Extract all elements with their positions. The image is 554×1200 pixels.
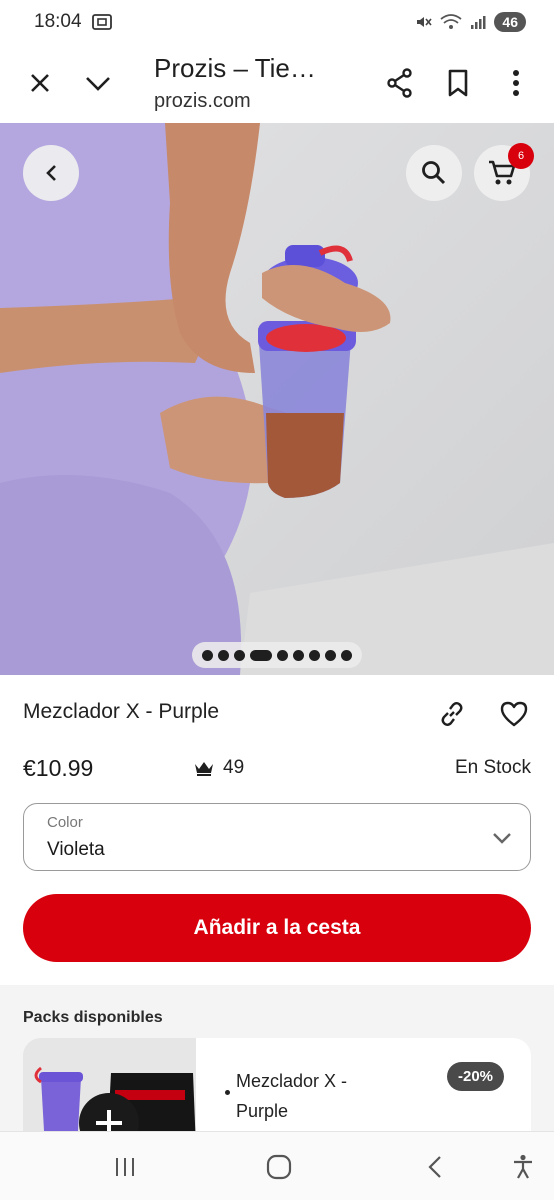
close-icon: [31, 74, 49, 92]
pack-item-name: Mezclador X - Purple: [236, 1071, 348, 1121]
heart-icon: [500, 701, 528, 727]
color-select-value: Violeta: [47, 839, 105, 860]
product-photo: [0, 123, 554, 675]
search-button[interactable]: [406, 145, 462, 201]
product-image-carousel[interactable]: [0, 123, 554, 675]
browser-toolbar: Prozis – Tie… prozis.com: [0, 44, 554, 122]
back-icon: [46, 165, 56, 181]
pack-bullet: [225, 1090, 230, 1095]
page-url: prozis.com: [154, 90, 251, 112]
crown-icon: [195, 762, 213, 776]
page-title: Prozis – Tie…: [154, 53, 316, 83]
carousel-dot[interactable]: [234, 649, 245, 661]
mute-icon: [417, 17, 433, 27]
carousel-dot[interactable]: [341, 649, 352, 661]
screen-cast-icon: [91, 14, 112, 30]
close-button[interactable]: [18, 61, 62, 105]
battery-indicator: 46: [494, 12, 526, 32]
carousel-dot[interactable]: [250, 649, 272, 661]
search-icon: [422, 161, 446, 185]
back-arrow-icon: [428, 1156, 441, 1178]
stock-status: En Stock: [454, 757, 531, 778]
back-button[interactable]: [23, 145, 79, 201]
share-icon: [387, 68, 412, 98]
favorite-button[interactable]: [496, 696, 532, 732]
add-to-cart-button[interactable]: Añadir a la cesta: [23, 894, 531, 962]
status-bar: 18:04 46: [0, 0, 554, 44]
loyalty-points: 49: [193, 757, 244, 779]
more-options-button[interactable]: [494, 61, 538, 105]
bookmark-icon: [448, 69, 468, 97]
copy-link-button[interactable]: [434, 696, 470, 732]
page-title-block: Prozis – Tie… prozis.com: [154, 53, 344, 113]
system-navigation-bar: [0, 1131, 554, 1200]
carousel-dot[interactable]: [202, 649, 213, 661]
pack-discount-badge: -20%: [447, 1062, 505, 1091]
chevron-down-icon: [493, 833, 511, 844]
packs-section: Packs disponibles Mezclador X - Purple -…: [0, 985, 554, 1148]
product-price: €10.99: [23, 755, 94, 781]
color-select[interactable]: Color Violeta: [23, 803, 531, 871]
points-value: 49: [223, 757, 245, 778]
wifi-icon: [440, 14, 462, 29]
system-back-button[interactable]: [420, 1152, 450, 1182]
carousel-dot[interactable]: [218, 649, 229, 661]
share-button[interactable]: [378, 61, 422, 105]
home-button[interactable]: [264, 1152, 294, 1182]
recent-apps-button[interactable]: [110, 1152, 140, 1182]
carousel-dot[interactable]: [277, 649, 288, 661]
color-select-label: Color: [47, 814, 83, 831]
cart-count-badge: 6: [508, 143, 534, 169]
accessibility-button[interactable]: [508, 1152, 538, 1182]
status-time: 18:04: [34, 11, 82, 32]
link-icon: [441, 702, 463, 726]
more-vert-icon: [513, 70, 519, 96]
home-icon: [266, 1154, 292, 1180]
bookmark-button[interactable]: [436, 61, 480, 105]
chevron-down-icon: [86, 77, 110, 91]
signal-icon: [471, 16, 486, 29]
carousel-dot[interactable]: [325, 649, 336, 661]
product-title: Mezclador X - Purple: [23, 700, 220, 723]
carousel-indicator: [192, 642, 362, 668]
recents-icon: [116, 1158, 134, 1176]
carousel-dot[interactable]: [309, 649, 320, 661]
packs-title: Packs disponibles: [23, 1009, 163, 1026]
accessibility-icon: [514, 1154, 532, 1179]
carousel-dot[interactable]: [293, 649, 304, 661]
minimize-button[interactable]: [76, 61, 120, 105]
